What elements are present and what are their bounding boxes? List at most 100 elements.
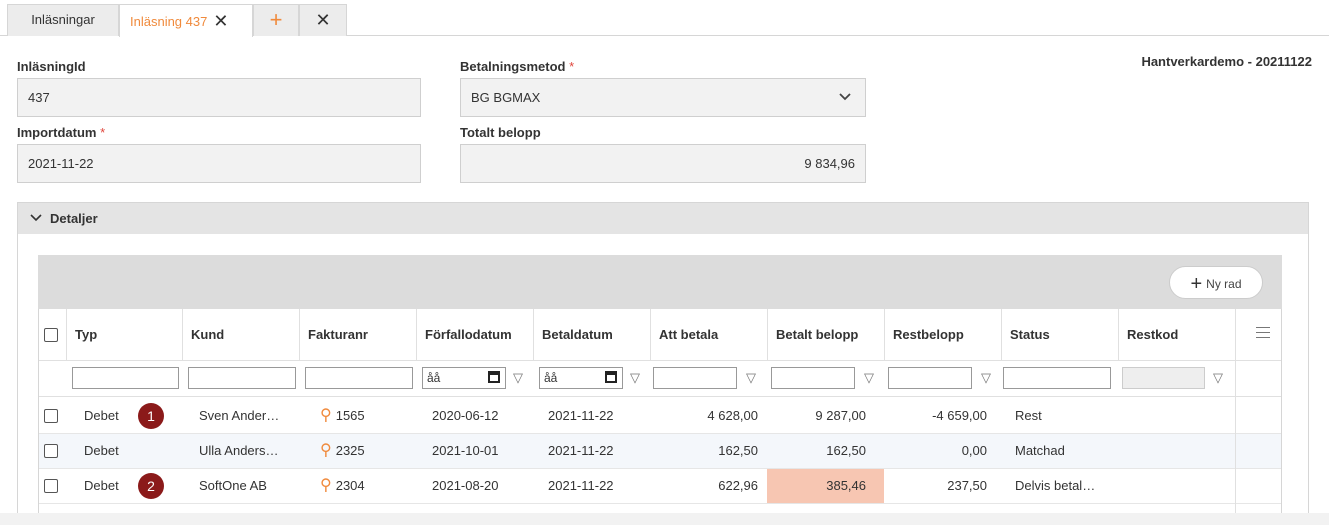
cell-forfallodatum: 2020-06-12 <box>432 408 499 423</box>
cell-fakturanr[interactable]: ⚲ 2304 <box>320 469 410 503</box>
cell-restkod <box>1126 399 1226 433</box>
cell-betalt-belopp: 385,46 <box>767 469 884 503</box>
detaljer-section: Detaljer + Ny rad Typ Kund Fakturanr Förf… <box>17 202 1309 525</box>
cell-restbelopp: 237,50 <box>947 478 987 493</box>
filter-icon[interactable]: ▽ <box>981 370 991 386</box>
bottom-bar <box>0 513 1329 525</box>
col-betaldatum[interactable]: Betaldatum <box>533 309 650 361</box>
col-status[interactable]: Status <box>1001 309 1118 361</box>
tab-inlasning-437[interactable]: Inläsning 437 ✕ <box>119 4 253 37</box>
filter-restkod-input <box>1122 367 1205 389</box>
filter-icon[interactable]: ▽ <box>746 370 756 386</box>
filter-typ-input[interactable] <box>72 367 179 389</box>
col-menu[interactable] <box>1235 309 1282 361</box>
cell-att-betala: 622,96 <box>718 478 758 493</box>
calendar-icon[interactable] <box>605 371 617 383</box>
filter-fakturanr-input[interactable] <box>305 367 413 389</box>
details-grid: Typ Kund Fakturanr Förfallodatum Betalda… <box>38 309 1282 525</box>
plus-icon: + <box>1190 273 1203 295</box>
cell-betalt-belopp: 162,50 <box>826 443 866 458</box>
cell-fakturanr[interactable]: ⚲ 1565 <box>320 399 410 433</box>
cell-typ: Debet <box>84 408 119 423</box>
select-all-checkbox[interactable] <box>44 328 58 342</box>
row-checkbox[interactable] <box>44 444 58 458</box>
grid-header: Typ Kund Fakturanr Förfallodatum Betalda… <box>39 309 1281 361</box>
cell-kund: Sven Ander… <box>199 408 280 423</box>
row-badge: 1 <box>138 403 164 429</box>
cell-restkod <box>1126 469 1226 503</box>
row-checkbox[interactable] <box>44 479 58 493</box>
cell-betalt-belopp: 9 287,00 <box>815 408 866 423</box>
col-betalt-belopp[interactable]: Betalt belopp <box>767 309 884 361</box>
betalningsmetod-label: Betalningsmetod * <box>460 59 575 74</box>
cell-forfallodatum: 2021-10-01 <box>432 443 499 458</box>
grid-toolbar: + Ny rad <box>38 255 1282 309</box>
close-tab-icon[interactable]: ✕ <box>213 11 228 31</box>
table-row[interactable]: Debet 1 Sven Ander… ⚲ 1565 2020-06-12 202… <box>39 399 1281 434</box>
chevron-down-icon <box>30 203 42 234</box>
close-icon: ✕ <box>315 10 331 30</box>
cell-betaldatum: 2021-11-22 <box>548 443 614 458</box>
filter-betalt-belopp-input[interactable] <box>771 367 855 389</box>
filter-icon[interactable]: ▽ <box>864 370 874 386</box>
cell-att-betala: 4 628,00 <box>707 408 758 423</box>
filter-kund-input[interactable] <box>188 367 296 389</box>
importdatum-label: Importdatum * <box>17 125 106 140</box>
plus-icon: + <box>269 7 283 32</box>
cell-status: Matchad <box>1015 443 1065 458</box>
col-kund[interactable]: Kund <box>182 309 299 361</box>
table-row[interactable]: Debet Ulla Anders… ⚲ 2325 2021-10-01 2021… <box>39 434 1281 469</box>
col-restbelopp[interactable]: Restbelopp <box>884 309 1001 361</box>
filter-status-input[interactable] <box>1003 367 1111 389</box>
importdatum-field[interactable]: 2021-11-22 <box>17 144 421 183</box>
betalningsmetod-select[interactable]: BG BGMAX <box>460 78 866 117</box>
cell-kund: SoftOne AB <box>199 478 267 493</box>
calendar-icon[interactable] <box>488 371 500 383</box>
tab-inlasningar[interactable]: Inläsningar <box>7 4 119 36</box>
row-badge: 2 <box>138 473 164 499</box>
tab-bar: Inläsningar Inläsning 437 ✕ + ✕ <box>0 0 1329 37</box>
col-typ[interactable]: Typ <box>66 309 182 361</box>
row-checkbox[interactable] <box>44 409 58 423</box>
filter-icon[interactable]: ▽ <box>1213 370 1223 386</box>
inlasningid-field[interactable]: 437 <box>17 78 421 117</box>
column-divider <box>1235 361 1236 525</box>
cell-fakturanr[interactable]: ⚲ 2325 <box>320 434 410 468</box>
filter-forfallodatum-input[interactable]: åå <box>422 367 506 389</box>
filter-icon[interactable]: ▽ <box>513 370 523 386</box>
cell-betaldatum: 2021-11-22 <box>548 478 614 493</box>
col-att-betala[interactable]: Att betala <box>650 309 767 361</box>
totalt-belopp-label: Totalt belopp <box>460 125 541 140</box>
menu-icon <box>1256 327 1270 342</box>
col-restkod[interactable]: Restkod <box>1118 309 1235 361</box>
cell-restkod <box>1126 434 1226 468</box>
cell-kund: Ulla Anders… <box>199 443 279 458</box>
add-tab-button[interactable]: + <box>253 4 299 36</box>
detaljer-header[interactable]: Detaljer <box>18 203 1308 234</box>
cell-status: Rest <box>1015 408 1042 423</box>
new-row-button[interactable]: + Ny rad <box>1169 266 1263 299</box>
cell-restbelopp: 0,00 <box>961 443 987 458</box>
cell-forfallodatum: 2021-08-20 <box>432 478 499 493</box>
company-name: Hantverkardemo - 20211122 <box>1141 54 1312 69</box>
cell-typ: Debet <box>84 443 119 458</box>
table-row[interactable]: Debet 2 SoftOne AB ⚲ 2304 2021-08-20 2021… <box>39 469 1281 504</box>
cell-att-betala: 162,50 <box>718 443 758 458</box>
tab-label: Inläsning 437 <box>130 14 208 29</box>
search-icon[interactable]: ⚲ <box>320 442 332 459</box>
search-icon[interactable]: ⚲ <box>320 477 332 494</box>
inlasningid-label: InläsningId <box>17 59 86 74</box>
col-fakturanr[interactable]: Fakturanr <box>299 309 416 361</box>
filter-row: åå ▽ åå ▽ ▽ ▽ ▽ ▽ <box>39 361 1281 397</box>
col-forfallodatum[interactable]: Förfallodatum <box>416 309 533 361</box>
filter-icon[interactable]: ▽ <box>630 370 640 386</box>
filter-betaldatum-input[interactable]: åå <box>539 367 623 389</box>
filter-restbelopp-input[interactable] <box>888 367 972 389</box>
totalt-belopp-field[interactable]: 9 834,96 <box>460 144 866 183</box>
close-all-button[interactable]: ✕ <box>299 4 347 36</box>
cell-typ: Debet <box>84 478 119 493</box>
filter-att-betala-input[interactable] <box>653 367 737 389</box>
chevron-down-icon <box>839 79 851 131</box>
search-icon[interactable]: ⚲ <box>320 407 332 424</box>
cell-status: Delvis betal… <box>1015 478 1096 493</box>
